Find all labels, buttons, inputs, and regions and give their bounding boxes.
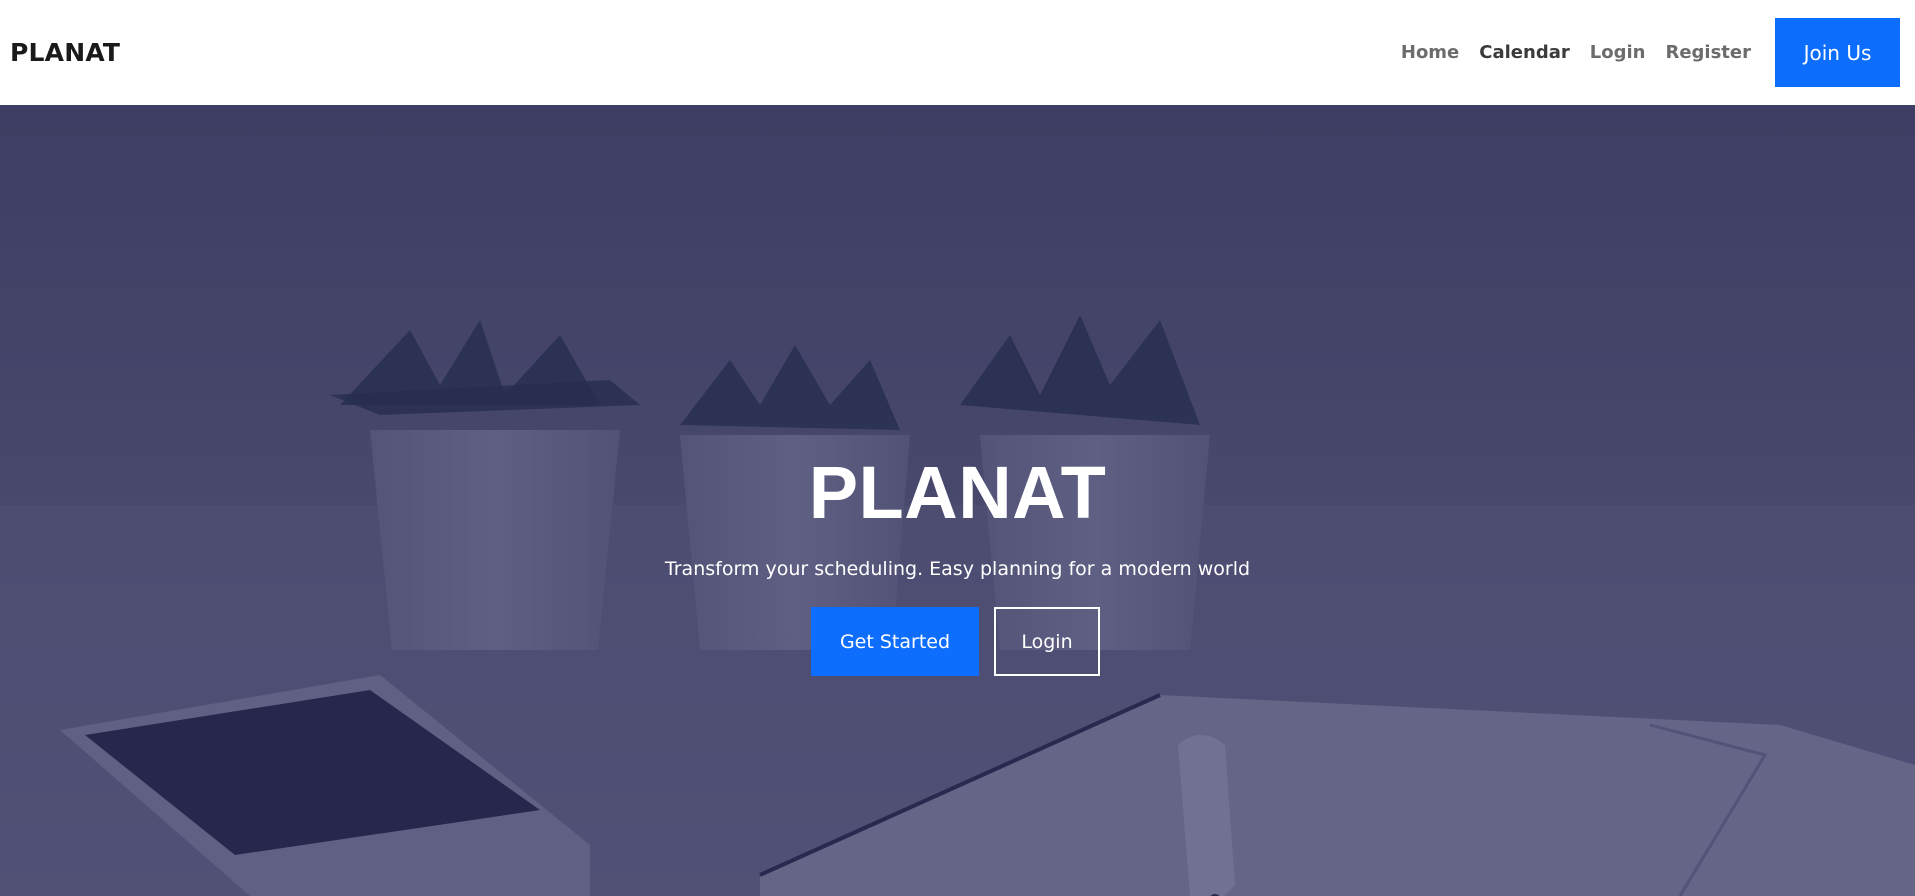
hero-title: PLANAT bbox=[808, 451, 1107, 534]
nav-link-register[interactable]: Register bbox=[1665, 42, 1751, 63]
hero-login-button[interactable]: Login bbox=[994, 607, 1100, 676]
hero-buttons: Get Started Login bbox=[811, 607, 1100, 676]
nav-link-calendar[interactable]: Calendar bbox=[1479, 42, 1569, 63]
nav-link-home[interactable]: Home bbox=[1401, 42, 1459, 63]
nav-link-login[interactable]: Login bbox=[1590, 42, 1646, 63]
nav-links: Home Calendar Login Register bbox=[1381, 42, 1751, 63]
hero-section: PLANAT Transform your scheduling. Easy p… bbox=[0, 105, 1915, 896]
hero-content: PLANAT Transform your scheduling. Easy p… bbox=[0, 105, 1915, 896]
join-us-button[interactable]: Join Us bbox=[1775, 18, 1900, 87]
top-navbar: PLANAT Home Calendar Login Register Join… bbox=[0, 0, 1915, 105]
nav-right: Home Calendar Login Register Join Us bbox=[1381, 0, 1915, 105]
get-started-button[interactable]: Get Started bbox=[811, 607, 979, 676]
hero-subtitle: Transform your scheduling. Easy planning… bbox=[664, 558, 1251, 580]
brand-logo[interactable]: PLANAT bbox=[10, 38, 120, 67]
